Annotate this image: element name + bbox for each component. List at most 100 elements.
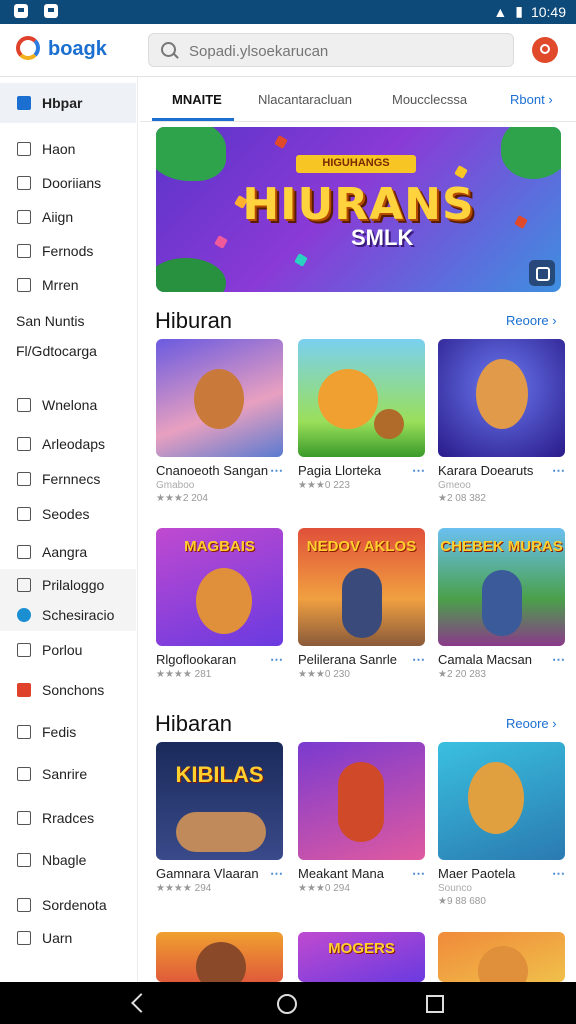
app-rating: ★★★★ 294 [156,883,212,894]
active-tab-indicator [152,118,234,121]
more-options-icon[interactable]: ⋯ [412,866,425,882]
home-icon [17,96,31,110]
home-icon[interactable] [277,994,297,1014]
search-bar[interactable] [148,33,514,67]
more-options-icon[interactable]: ⋯ [412,652,425,668]
sidebar-item[interactable]: Aangra [0,536,136,568]
tag-icon [17,210,31,224]
app-thumbnail [298,742,425,860]
section-more-link[interactable]: Reoore › [506,716,557,731]
featured-banner[interactable]: HIGUHANGS HIURANS SMLK [156,127,561,292]
building-icon [17,437,31,451]
app-name: Meakant Mana [298,866,384,881]
status-time: 10:49 [530,3,566,20]
system-nav-bar [0,982,576,1024]
app-card[interactable]: Karara Doearuts ⋯ Gmeoo ★2 08 382 [438,339,565,504]
page-icon [17,142,31,156]
sidebar-item[interactable]: Dooriians [0,167,136,199]
image-icon [17,811,31,825]
app-developer: Gmeoo [438,480,471,491]
sidebar-item[interactable]: Fl/Gdtocarga [0,335,136,367]
sidebar-item[interactable]: Sanrire [0,758,136,790]
app-rating: ★★★0 294 [298,883,350,894]
sidebar: Hbpar Haon Dooriians Aiign Fernods Mrren… [0,77,138,982]
app-thumbnail [438,932,565,982]
sidebar-item[interactable]: Arleodaps [0,428,136,460]
sidebar-item[interactable]: Nbagle [0,844,136,876]
app-name: Karara Doearuts [438,463,534,478]
app-card[interactable]: MOGERS [298,932,425,982]
app-card[interactable]: CHEBEK MURAS Camala Macsan ⋯ ★2 20 283 [438,528,565,680]
status-bar: ▲ ▮ 10:49 [0,0,576,24]
shield-icon [17,545,31,559]
more-options-icon[interactable]: ⋯ [552,866,565,882]
sidebar-item[interactable]: Uarn [0,922,136,954]
sidebar-item[interactable]: Wnelona [0,389,136,421]
list-icon [17,244,31,258]
more-options-icon[interactable]: ⋯ [552,463,565,479]
app-card[interactable] [156,932,283,982]
app-card[interactable]: Meakant Mana ⋯ ★★★0 294 [298,742,425,894]
circle-icon [17,398,31,412]
sidebar-item[interactable]: Rradces [0,802,136,834]
app-card[interactable] [438,932,565,982]
sidebar-item[interactable]: Haon [0,133,136,165]
tab-category[interactable]: Moucclecssa [392,92,467,107]
sidebar-item[interactable]: San Nuntis [0,305,136,337]
app-rating: ★★★2 204 [156,493,208,504]
app-thumbnail [438,742,565,860]
app-card[interactable]: Cnanoeoth Sangan ⋯ Gmaboo ★★★2 204 [156,339,283,504]
app-name: Camala Macsan [438,652,532,667]
profile-avatar[interactable] [532,37,558,63]
app-thumbnail [298,339,425,457]
sidebar-item[interactable]: Aiign [0,201,136,233]
sidebar-item[interactable]: Seodes [0,498,136,530]
sidebar-item-home[interactable]: Hbpar [0,83,136,123]
app-card[interactable]: NEDOV AKLOS Pelilerana Sanrle ⋯ ★★★0 230 [298,528,425,680]
app-thumbnail [156,932,283,982]
sidebar-item[interactable]: Sonchons [0,674,136,706]
more-options-icon[interactable]: ⋯ [412,463,425,479]
sidebar-item[interactable]: Porlou [0,634,136,666]
tab-featured[interactable]: MNAITE [172,92,222,107]
sidebar-item[interactable]: Sordenota [0,889,136,921]
sidebar-item[interactable]: Mrren [0,269,136,301]
app-name: Pelilerana Sanrle [298,652,398,667]
section-more-link[interactable]: Reoore › [506,313,557,328]
app-logo-icon[interactable] [16,36,40,60]
app-name: Maer Paotela [438,866,516,881]
app-rating: ★★★0 223 [298,480,350,491]
back-icon[interactable] [131,993,151,1013]
app-thumbnail: MOGERS [298,932,425,982]
search-input[interactable] [187,40,491,62]
recent-apps-icon[interactable] [426,995,444,1013]
more-options-icon[interactable]: ⋯ [270,866,283,882]
app-rating: ★2 08 382 [438,493,486,504]
more-options-icon[interactable]: ⋯ [552,652,565,668]
app-card[interactable]: MAGBAIS Rlgoflookaran ⋯ ★★★★ 281 [156,528,283,680]
app-card[interactable]: Maer Paotela ⋯ Sounco ★9 88 680 [438,742,565,907]
app-card[interactable]: KIBILAS Gamnara Vlaaran ⋯ ★★★★ 294 [156,742,283,894]
search-icon [161,42,176,57]
more-options-icon[interactable]: ⋯ [270,652,283,668]
grid-icon [17,578,31,592]
grid-icon [17,725,31,739]
expand-icon[interactable] [529,260,555,286]
tab-category[interactable]: Nlacantaracluan [258,92,352,107]
sidebar-item[interactable]: Fedis [0,716,136,748]
battery-icon: ▮ [515,3,523,19]
app-thumbnail: NEDOV AKLOS [298,528,425,646]
app-thumbnail: KIBILAS [156,742,283,860]
app-name: Gamnara Vlaaran [156,866,259,881]
card-icon [17,643,31,657]
sidebar-item[interactable]: Schesiracio [0,599,136,631]
sidebar-item[interactable]: Fernods [0,235,136,267]
app-card[interactable]: Pagia Llorteka ⋯ ★★★0 223 [298,339,425,491]
sidebar-item[interactable]: Fernnecs [0,463,136,495]
tab-more[interactable]: Rbont › [510,92,553,107]
search-icon [17,472,31,486]
more-options-icon[interactable]: ⋯ [270,463,283,479]
sidebar-item[interactable]: Prilaloggo [0,569,136,601]
app-name: Rlgoflookaran [156,652,237,667]
settings-icon [17,278,31,292]
